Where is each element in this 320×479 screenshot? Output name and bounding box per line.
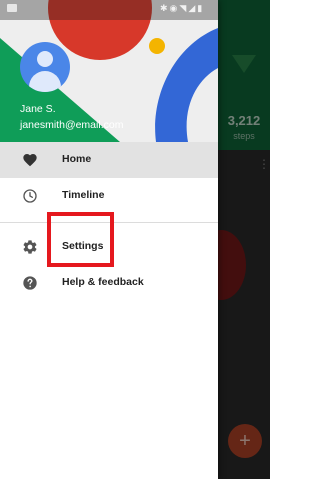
bluetooth-icon: ✱: [160, 3, 170, 13]
help-icon: [23, 276, 37, 290]
alarm-icon: ◉: [169, 3, 180, 13]
clock-icon: [23, 189, 37, 203]
drawer-header: Jane S. janesmith@email.com: [0, 0, 218, 142]
screen: 3,212 steps ⋮ + ✱◉◥◢▮ Jane S. janesmith@…: [0, 0, 270, 479]
notification-icon: [7, 4, 17, 12]
wifi-icon: ◥: [179, 3, 189, 13]
menu-item-help-feedback[interactable]: Help & feedback: [0, 265, 218, 301]
settings-highlight-box: [47, 212, 114, 267]
menu-item-home[interactable]: Home: [0, 142, 218, 178]
heart-icon: [23, 154, 37, 167]
signal-icon: ◢: [188, 3, 198, 13]
battery-icon: ▮: [197, 3, 205, 13]
gear-icon: [23, 240, 37, 254]
avatar[interactable]: [20, 42, 70, 92]
menu-item-label: Home: [62, 153, 92, 165]
menu-item-timeline[interactable]: Timeline: [0, 178, 218, 214]
menu-item-label: Help & feedback: [62, 276, 144, 288]
avatar-body: [29, 71, 61, 92]
avatar-head: [37, 51, 53, 67]
status-bar: ✱◉◥◢▮: [0, 0, 270, 18]
account-name: Jane S.: [20, 103, 56, 115]
system-icons: ✱◉◥◢▮: [160, 3, 204, 14]
account-email: janesmith@email.com: [20, 119, 124, 131]
menu-item-label: Timeline: [62, 189, 105, 201]
